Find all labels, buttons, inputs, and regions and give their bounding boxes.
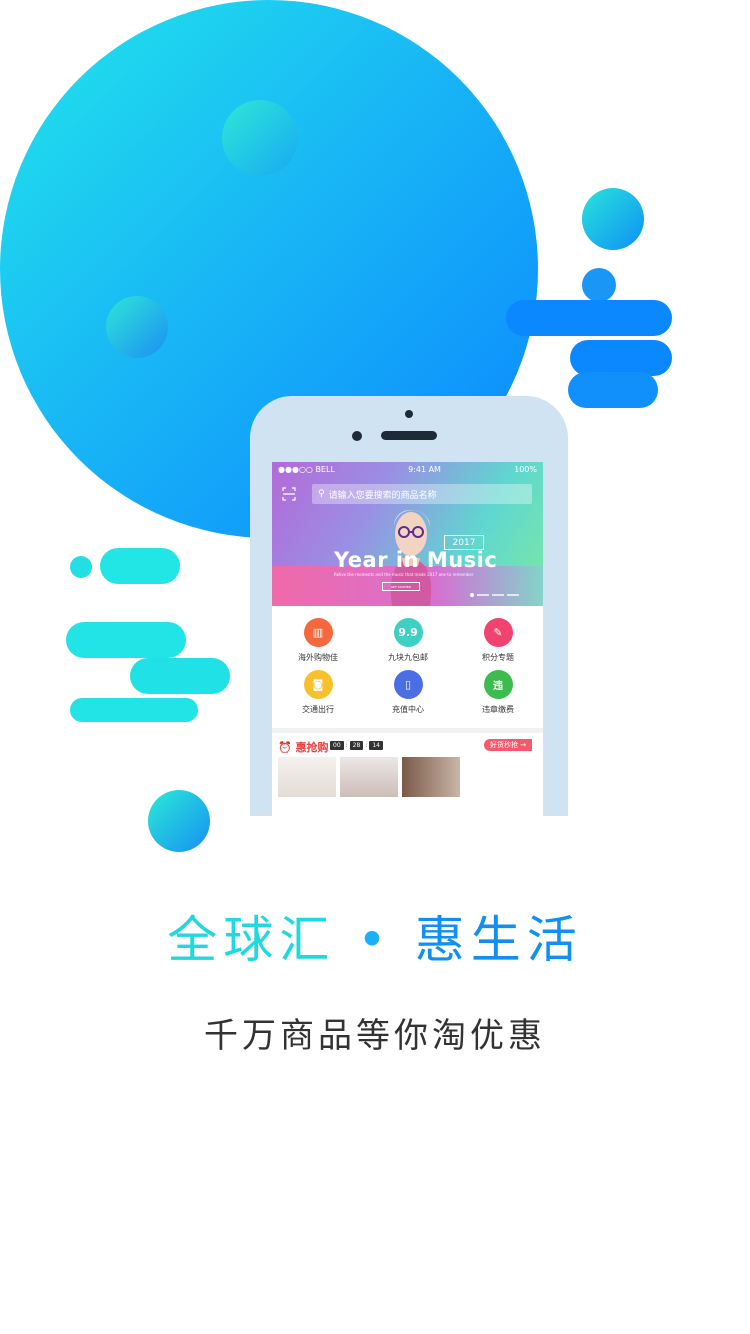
banner-pagination [470,593,519,597]
decor-streak [506,300,672,336]
points-icon: ✎ [483,618,513,647]
product-thumbnail[interactable] [278,757,336,797]
product-thumbnail[interactable] [464,757,522,797]
category-label: 违章缴费 [482,705,514,714]
category-transport[interactable]: ◙ 交通出行 [273,670,363,715]
decor-streak [66,622,186,658]
decor-streak [70,698,198,722]
hero-banner[interactable]: ●●●○○ BELL 9:41 AM 100% ⚲ 请输入您要搜索的商品名称 2… [272,462,543,606]
decor-streak [130,658,230,694]
clock-label: 9:41 AM [408,464,441,474]
status-bar: ●●●○○ BELL 9:41 AM 100% [272,462,543,476]
pagination-dot-active[interactable] [470,593,474,597]
nine-nine-icon: 9.9 [393,618,423,647]
earpiece-speaker [381,431,437,440]
fine-icon: 违 [483,670,513,699]
scan-icon[interactable] [282,487,296,501]
decor-streak [570,340,672,376]
camera-icon: ◙ [303,670,333,699]
decor-bubble-tiny [70,556,92,578]
search-icon: ⚲ [318,489,325,499]
slogan-heading: 全球汇 • 惠生活 [0,900,750,972]
category-label: 充值中心 [392,705,424,714]
banner-subtitle: Relive the moments and the music that ma… [334,572,474,577]
category-label: 积分专题 [482,653,514,662]
category-label: 九块九包邮 [388,653,428,662]
category-grid: ▥ 海外购物佳 9.9 九块九包邮 ✎ 积分专题 ◙ 交通出行 ▯ 充值中心 违… [272,606,543,724]
front-camera [405,410,413,418]
flash-sale-section: ⏰ 惠抢购 00 : 28 : 14 好货秒抢 → [272,728,543,816]
decor-bubble-top [222,100,298,176]
mobile-icon: ▯ [393,670,423,699]
battery-label: 100% [514,464,537,474]
category-nine-nine[interactable]: 9.9 九块九包邮 [363,618,453,663]
category-traffic-fine[interactable]: 违 违章缴费 [453,670,543,715]
decor-bubble-right-small [582,268,616,302]
banner-title: Year in Music [334,548,498,572]
category-points[interactable]: ✎ 积分专题 [453,618,543,663]
slogan-dot: • [357,911,393,969]
product-thumbnail[interactable] [340,757,398,797]
search-input[interactable]: ⚲ 请输入您要搜索的商品名称 [312,484,532,504]
search-placeholder: 请输入您要搜索的商品名称 [328,490,437,501]
category-recharge[interactable]: ▯ 充值中心 [363,670,453,715]
decor-streak [100,548,180,584]
decor-streak [568,372,658,408]
decor-bubble-bottom [148,790,210,852]
flash-sale-more-button[interactable]: 好货秒抢 → [484,739,533,751]
flash-sale-products [278,757,522,797]
building-icon: ▥ [303,618,333,647]
pagination-dot[interactable] [492,594,504,596]
countdown-timer: 00 : 28 : 14 [330,741,383,750]
decor-bubble-left [106,296,168,358]
tagline: 千万商品等你淘优惠 [204,1016,546,1056]
slogan-part-2: 惠生活 [414,911,583,969]
category-label: 交通出行 [302,705,334,714]
timer-separator: : [345,742,348,749]
pagination-dot[interactable] [477,594,489,596]
timer-hours: 00 [330,741,344,750]
slogan-part-1: 全球汇 [167,911,336,969]
category-overseas[interactable]: ▥ 海外购物佳 [273,618,363,663]
timer-seconds: 14 [369,741,383,750]
decor-bubble-right [582,188,644,250]
timer-minutes: 28 [349,741,364,750]
phone-screen: ●●●○○ BELL 9:41 AM 100% ⚲ 请输入您要搜索的商品名称 2… [272,462,543,816]
timer-separator: : [365,742,368,749]
product-thumbnail[interactable] [402,757,460,797]
flash-sale-logo: ⏰ 惠抢购 [278,741,329,754]
pagination-dot[interactable] [507,594,519,596]
banner-cta-button[interactable]: GET STARTED [382,582,420,591]
carrier-label: ●●●○○ BELL [278,464,335,474]
category-label: 海外购物佳 [298,653,338,662]
sensor-dot [352,431,362,441]
